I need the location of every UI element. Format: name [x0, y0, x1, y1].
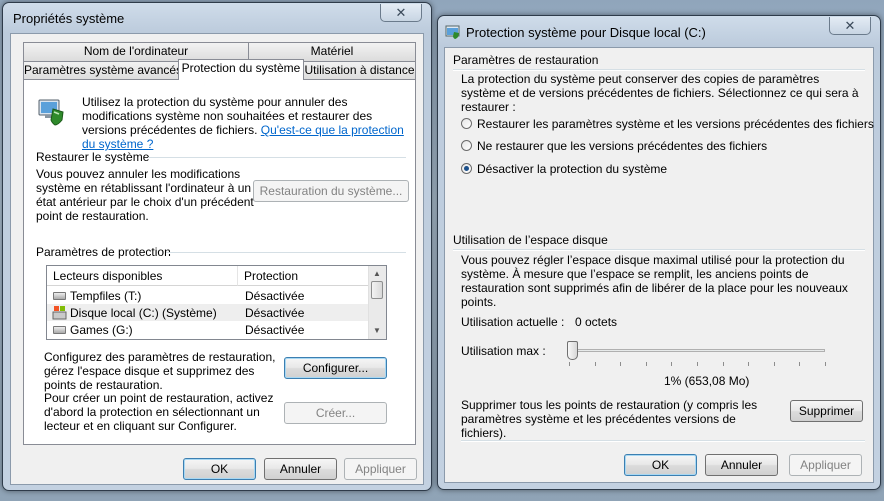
- slider-tick: [671, 362, 673, 366]
- slider-tick: [594, 362, 596, 366]
- dialog-client-area: Nom de l'ordinateur Matériel Paramètres …: [10, 33, 424, 485]
- slider-tick: [748, 362, 750, 366]
- option-label[interactable]: Ne restaurer que les versions précédente…: [477, 139, 767, 153]
- drives-list[interactable]: Lecteurs disponibles Protection Tempfile…: [46, 265, 387, 340]
- cancel-button[interactable]: Annuler: [705, 454, 778, 476]
- title-bar[interactable]: Propriétés système ✕: [3, 3, 431, 33]
- slider-tick: [620, 362, 622, 366]
- intro-text: Utilisez la protection du système pour a…: [82, 95, 407, 151]
- restore-settings-description: La protection du système peut conserver …: [461, 72, 859, 114]
- apply-button[interactable]: Appliquer: [344, 458, 417, 480]
- system-protection-icon: [36, 96, 66, 126]
- cancel-button[interactable]: Annuler: [264, 458, 337, 480]
- drive-protection-status: Désactivée: [245, 289, 305, 303]
- apply-button[interactable]: Appliquer: [789, 454, 862, 476]
- max-usage-value: 1% (653,08 Mo): [664, 374, 750, 388]
- disk-usage-description: Vous pouvez régler l’espace disque maxim…: [461, 253, 848, 309]
- protection-group-divider: [166, 252, 406, 254]
- drive-icon: [53, 326, 66, 334]
- restore-description: Vous pouvez annuler les modifications sy…: [36, 167, 254, 223]
- drive-name: Games (G:): [70, 323, 133, 337]
- scroll-up-arrow-icon[interactable]: ▲: [369, 266, 385, 282]
- drive-icon: [53, 292, 66, 300]
- close-icon: ✕: [844, 18, 856, 33]
- delete-description: Supprimer tous les points de restauratio…: [461, 398, 758, 440]
- create-description: Pour créer un point de restauration, act…: [44, 391, 274, 433]
- slider-tick: [697, 362, 698, 366]
- drives-list-scrollbar[interactable]: ▲ ▼: [368, 266, 386, 339]
- title-bar[interactable]: Protection système pour Disque local (C:…: [438, 16, 880, 46]
- radio-button-selected[interactable]: [461, 163, 472, 174]
- slider-tick: [773, 362, 775, 366]
- column-header-drives[interactable]: Lecteurs disponibles: [47, 266, 238, 286]
- close-button[interactable]: ✕: [380, 4, 422, 22]
- configure-button[interactable]: Configurer...: [284, 357, 387, 379]
- column-header-protection[interactable]: Protection: [238, 266, 371, 286]
- bottom-divider: [461, 440, 865, 442]
- drive-protection-status: Désactivée: [245, 306, 305, 320]
- max-usage-slider-thumb[interactable]: [566, 341, 578, 360]
- dialog-client-area: Paramètres de restauration La protection…: [444, 47, 874, 483]
- max-usage-label: Utilisation max :: [461, 344, 546, 358]
- create-button[interactable]: Créer...: [284, 402, 387, 424]
- restore-option-full[interactable]: Restaurer les paramètres système et les …: [461, 116, 874, 132]
- radio-button[interactable]: [461, 140, 472, 151]
- option-label[interactable]: Restaurer les paramètres système et les …: [477, 117, 874, 131]
- restore-group-label: Restaurer le système: [36, 150, 150, 164]
- slider-tick: [645, 362, 647, 366]
- slider-tick: [799, 362, 801, 366]
- drive-row-system[interactable]: Disque local (C:) (Système) Désactivée: [47, 304, 371, 321]
- disk-usage-divider: [453, 249, 865, 251]
- protection-group-label: Paramètres de protection: [36, 245, 171, 259]
- disk-usage-group-label: Utilisation de l’espace disque: [453, 233, 608, 247]
- restore-option-disable[interactable]: Désactiver la protection du système: [461, 161, 861, 177]
- close-button[interactable]: ✕: [829, 17, 871, 35]
- scroll-down-arrow-icon[interactable]: ▼: [369, 323, 385, 339]
- restore-group-divider: [148, 157, 406, 159]
- restore-option-files-only[interactable]: Ne restaurer que les versions précédente…: [461, 138, 861, 154]
- drive-protection-status: Désactivée: [245, 323, 305, 337]
- drive-name: Tempfiles (T:): [70, 289, 142, 303]
- window-icon: [445, 24, 460, 39]
- tab-advanced[interactable]: Paramètres système avancés: [23, 61, 182, 80]
- ok-button[interactable]: OK: [624, 454, 697, 476]
- system-protection-window: Protection système pour Disque local (C:…: [437, 15, 881, 490]
- tab-system-protection[interactable]: Protection du système: [178, 59, 304, 80]
- close-icon: ✕: [395, 5, 407, 20]
- system-drive-icon: [52, 305, 67, 320]
- restore-settings-divider: [453, 69, 865, 71]
- window-title: Propriétés système: [13, 11, 125, 26]
- scroll-thumb[interactable]: [371, 281, 383, 299]
- max-usage-slider-track[interactable]: [569, 349, 825, 352]
- tab-panel: Utilisez la protection du système pour a…: [23, 79, 416, 445]
- slider-tick: [569, 362, 570, 366]
- drive-name: Disque local (C:) (Système): [70, 306, 217, 320]
- ok-button[interactable]: OK: [183, 458, 256, 480]
- radio-button[interactable]: [461, 118, 472, 129]
- drive-row-games[interactable]: Games (G:) Désactivée: [47, 321, 371, 338]
- current-usage-label: Utilisation actuelle :: [461, 315, 565, 329]
- system-properties-window: Propriétés système ✕ Nom de l'ordinateur…: [2, 2, 432, 491]
- window-title: Protection système pour Disque local (C:…: [466, 25, 706, 40]
- slider-tick: [722, 362, 724, 366]
- tab-remote[interactable]: Utilisation à distance: [303, 61, 416, 80]
- current-usage-value: 0 octets: [575, 315, 618, 329]
- restore-settings-group-label: Paramètres de restauration: [453, 53, 599, 67]
- option-label[interactable]: Désactiver la protection du système: [477, 162, 667, 176]
- drive-row-tempfiles[interactable]: Tempfiles (T:) Désactivée: [47, 287, 371, 304]
- delete-button[interactable]: Supprimer: [790, 400, 863, 422]
- slider-tick: [825, 362, 826, 366]
- system-restore-button[interactable]: Restauration du système...: [253, 180, 409, 202]
- configure-description: Configurez des paramètres de restauratio…: [44, 350, 276, 392]
